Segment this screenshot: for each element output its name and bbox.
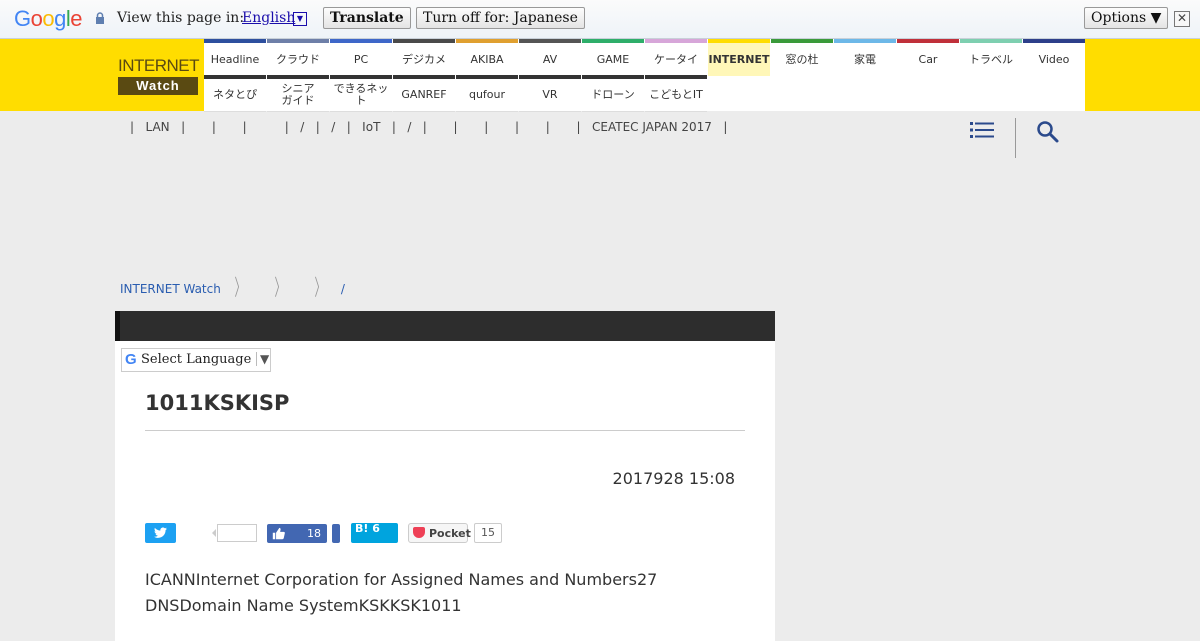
logo-bottom-text: Watch: [118, 77, 198, 95]
thumbs-up-icon: [272, 527, 285, 540]
hatena-label: B! 6: [355, 522, 380, 535]
chevron-right-icon: 〉: [314, 276, 326, 301]
nav-item-secondary[interactable]: qufour: [456, 75, 518, 112]
like-count: 18: [307, 527, 321, 540]
nav-item-secondary[interactable]: VR: [519, 75, 581, 112]
twitter-icon: [154, 527, 167, 538]
logo-letter: G: [14, 6, 31, 31]
nav-item[interactable]: GAME: [582, 39, 644, 76]
nav-item-secondary[interactable]: シニア ガイド: [267, 75, 329, 112]
article-header-bar: [115, 311, 775, 341]
translate-bar: Google View this page in: English ▼ Tran…: [0, 0, 1200, 39]
nav-item-secondary[interactable]: こどもとIT: [645, 75, 707, 112]
title-divider: [145, 430, 745, 431]
logo-letter: o: [30, 6, 43, 31]
options-button[interactable]: Options ▼: [1084, 7, 1169, 29]
pocket-count: 15: [474, 523, 502, 543]
nav-item[interactable]: PC: [330, 39, 392, 76]
nav-item[interactable]: トラベル: [960, 39, 1022, 76]
nav-item[interactable]: AV: [519, 39, 581, 76]
nav-item-secondary[interactable]: できるネット: [330, 75, 392, 112]
pocket-label: Pocket: [429, 527, 471, 540]
nav-item[interactable]: 家電: [834, 39, 896, 76]
translate-button[interactable]: Translate: [323, 7, 411, 29]
nav-item[interactable]: Car: [897, 39, 959, 76]
chevron-right-icon: 〉: [234, 276, 246, 301]
breadcrumb: INTERNET Watch 〉 〉 〉 /: [120, 276, 345, 301]
nav-item[interactable]: INTERNET: [708, 39, 770, 76]
select-language-dropdown[interactable]: G Select Language ▼: [121, 348, 271, 372]
nav-item-secondary[interactable]: ネタとぴ: [204, 75, 266, 112]
nav-item[interactable]: Video: [1023, 39, 1085, 76]
hatena-bookmark-button[interactable]: B! 6: [351, 522, 398, 543]
logo-letter: o: [42, 6, 55, 31]
view-page-label: View this page in:: [117, 10, 245, 26]
nav-item[interactable]: ケータイ: [645, 39, 707, 76]
select-language-label: Select Language: [141, 352, 252, 367]
article-title: 1011KSKISP: [145, 391, 290, 415]
google-g-icon: G: [125, 351, 137, 368]
language-link[interactable]: English: [242, 10, 295, 26]
body-line: DNSDomain Name SystemKSKKSK1011: [145, 596, 462, 615]
nav-item-secondary[interactable]: GANREF: [393, 75, 455, 112]
chevron-right-icon: 〉: [274, 276, 286, 301]
chevron-down-icon: ▼: [256, 352, 269, 366]
logo-letter: e: [70, 6, 83, 31]
article-date: 2017928 15:08: [612, 469, 735, 488]
pocket-button[interactable]: Pocket: [408, 523, 471, 543]
nav-item[interactable]: デジカメ: [393, 39, 455, 76]
keyword-links[interactable]: | LAN | | | | / | / | IoT | / | | | | | …: [130, 120, 727, 134]
logo-top-text: INTERNET: [118, 56, 200, 75]
article: G Select Language ▼ 1011KSKISP 2017928 1…: [115, 311, 775, 641]
share-count-box: [212, 524, 257, 542]
site-header: INTERNET Watch Headline クラウド PC デジカメ AKIBA AV…: [0, 39, 1200, 112]
facebook-like-button[interactable]: 18: [267, 524, 327, 543]
search-icon[interactable]: [1036, 120, 1060, 144]
nav-item[interactable]: AKIBA: [456, 39, 518, 76]
article-body: ICANNInternet Corporation for Assigned N…: [145, 567, 657, 619]
pocket-icon: [413, 527, 425, 538]
menu-icon[interactable]: [970, 120, 994, 140]
nav-item[interactable]: Headline: [204, 39, 266, 76]
turn-off-button[interactable]: Turn off for: Japanese: [416, 7, 585, 29]
body-line: ICANNInternet Corporation for Assigned N…: [145, 570, 658, 589]
breadcrumb-home[interactable]: INTERNET Watch: [120, 282, 221, 296]
nav-item[interactable]: クラウド: [267, 39, 329, 76]
site-logo[interactable]: INTERNET Watch: [118, 56, 200, 97]
nav-row-primary: Headline クラウド PC デジカメ AKIBA AV GAME ケータイ INTERNE…: [204, 39, 1086, 76]
nav-item[interactable]: 窓の杜: [771, 39, 833, 76]
nav-row-secondary: ネタとぴ シニア ガイド できるネット GANREF qufour VR ドローン こどもとI…: [204, 75, 708, 112]
twitter-button[interactable]: [145, 523, 176, 543]
header-right-band: [1085, 39, 1200, 111]
breadcrumb-item[interactable]: /: [341, 282, 345, 296]
close-icon[interactable]: ✕: [1174, 11, 1190, 27]
lock-icon: [96, 12, 104, 24]
google-logo: Google: [14, 6, 83, 32]
facebook-share-button[interactable]: [332, 524, 340, 543]
header-divider: [1015, 118, 1016, 158]
logo-letter: g: [54, 6, 66, 31]
language-dropdown-icon[interactable]: ▼: [293, 12, 307, 26]
nav-item-secondary[interactable]: ドローン: [582, 75, 644, 112]
